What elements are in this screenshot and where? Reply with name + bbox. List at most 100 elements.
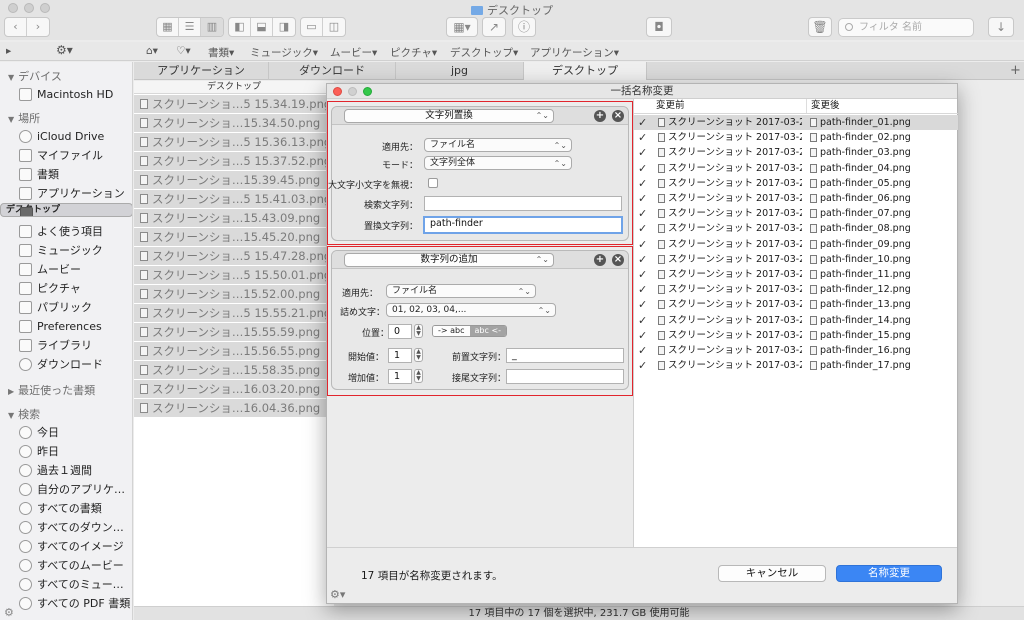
checkmark-icon[interactable]: ✓ (638, 115, 647, 130)
left-pane-icon[interactable]: ◧ (229, 18, 251, 36)
download-button[interactable]: ↓ (988, 17, 1014, 37)
sidebar-section-recent[interactable]: ▶ 最近使った書類 (8, 382, 95, 398)
sidebar-item-today[interactable]: 今日 (0, 423, 132, 442)
preview-row[interactable]: ✓ スクリーンショット 2017-03-25 1… path-finder_05.p… (634, 176, 958, 191)
search-input[interactable]: フィルタ 名前 (838, 18, 974, 37)
preview-row[interactable]: ✓ スクリーンショット 2017-03-25 1… path-finder_17.p… (634, 358, 958, 373)
checkmark-icon[interactable]: ✓ (638, 328, 647, 343)
sidebar-item-all-downloads[interactable]: すべてのダウンロ… (0, 518, 132, 537)
sidebar-item-all-movies[interactable]: すべてのムービー (0, 556, 132, 575)
path-item[interactable]: ムービー▾ (330, 45, 377, 60)
preview-row[interactable]: ✓ スクリーンショット 2017-03-25 1… path-finder_01.p… (634, 115, 958, 131)
sidebar-item-past-week[interactable]: 過去１週間 (0, 461, 132, 480)
checkmark-icon[interactable]: ✓ (638, 206, 647, 221)
sidebar-item-favorites[interactable]: よく使う項目 (0, 222, 132, 241)
trash-button[interactable]: 🗑 (808, 17, 832, 37)
favorites-icon[interactable]: ♡▾ (176, 45, 191, 57)
checkmark-icon[interactable]: ✓ (638, 221, 647, 236)
sidebar-item-downloads[interactable]: ダウンロード (0, 355, 132, 374)
file-list-item[interactable]: スクリーンショ…16.03.20.png (134, 380, 332, 398)
preview-row[interactable]: ✓ スクリーンショット 2017-03-25 1… path-finder_04.p… (634, 161, 958, 176)
file-list-item[interactable]: スクリーンショ…5 15.34.19.png (134, 95, 332, 113)
sidebar-item-public[interactable]: パブリック (0, 298, 132, 317)
sidebar-item-documents[interactable]: 書類 (0, 165, 132, 184)
file-list-item[interactable]: スクリーンショ…5 15.37.52.png (134, 152, 332, 170)
column-before[interactable]: 変更前 (656, 99, 685, 113)
preview-row[interactable]: ✓ スクリーンショット 2017-03-25 1… path-finder_09.p… (634, 237, 958, 252)
file-list-item[interactable]: スクリーンショ…15.52.00.png (134, 285, 332, 303)
dialog-gear-icon[interactable]: ⚙▾ (330, 588, 345, 601)
icon-view-icon[interactable]: ▦ (157, 18, 179, 36)
checkmark-icon[interactable]: ✓ (638, 237, 647, 252)
sidebar-item-all-music[interactable]: すべてのミュージ… (0, 575, 132, 594)
sidebar-item-pictures[interactable]: ピクチャ (0, 279, 132, 298)
back-arrow-icon[interactable]: ‹ (5, 18, 27, 36)
sidebar-item-icloud-drive[interactable]: iCloud Drive (0, 127, 132, 146)
dual-pane-icon[interactable]: ◫ (323, 18, 345, 36)
file-list-item[interactable]: スクリーンショ…15.45.20.png (134, 228, 332, 246)
path-item[interactable]: デスクトップ▾ (450, 45, 518, 60)
dialog-zoom-button[interactable] (363, 87, 372, 96)
dialog-close-button[interactable] (333, 87, 342, 96)
checkmark-icon[interactable]: ✓ (638, 161, 647, 176)
file-list-item[interactable]: スクリーンショ…16.04.36.png (134, 399, 332, 417)
file-list-item[interactable]: スクリーンショ…5 15.41.03.png (134, 190, 332, 208)
path-item[interactable]: ピクチャ▾ (390, 45, 437, 60)
path-item[interactable]: ミュージック▾ (250, 45, 318, 60)
preview-row[interactable]: ✓ スクリーンショット 2017-03-25 1… path-finder_08.p… (634, 221, 958, 236)
checkmark-icon[interactable]: ✓ (638, 145, 647, 160)
checkmark-icon[interactable]: ✓ (638, 358, 647, 373)
path-item[interactable]: 書類▾ (208, 45, 234, 60)
sidebar-section-places[interactable]: ▼ 場所 (8, 110, 40, 126)
preview-row[interactable]: ✓ スクリーンショット 2017-03-25 1… path-finder_02.p… (634, 130, 958, 145)
checkmark-icon[interactable]: ✓ (638, 282, 647, 297)
bottom-pane-icon[interactable]: ⬓ (251, 18, 273, 36)
gear-icon[interactable]: ⚙▾ (56, 43, 73, 57)
checkmark-icon[interactable]: ✓ (638, 252, 647, 267)
share-button[interactable]: ↗ (482, 17, 506, 37)
checkmark-icon[interactable]: ✓ (638, 176, 647, 191)
sidebar-item-library[interactable]: ライブラリ (0, 336, 132, 355)
action-menu-button[interactable]: ▦▾ (446, 17, 478, 37)
preview-row[interactable]: ✓ スクリーンショット 2017-03-25 1… path-finder_11.p… (634, 267, 958, 282)
preview-row[interactable]: ✓ スクリーンショット 2017-03-25 1… path-finder_14.p… (634, 313, 958, 328)
tab-downloads[interactable]: ダウンロード (269, 62, 396, 80)
path-item[interactable]: アプリケーション▾ (530, 45, 619, 60)
sidebar-item-all-pdf[interactable]: すべての PDF 書類 (0, 594, 132, 613)
checkmark-icon[interactable]: ✓ (638, 297, 647, 312)
rename-button[interactable]: 名称変更 (836, 565, 942, 582)
file-list-item[interactable]: スクリーンショ…5 15.36.13.png (134, 133, 332, 151)
sidebar-item-music[interactable]: ミュージック (0, 241, 132, 260)
file-list-item[interactable]: スクリーンショ…15.43.09.png (134, 209, 332, 227)
preview-row[interactable]: ✓ スクリーンショット 2017-03-25 1… path-finder_15.p… (634, 328, 958, 343)
file-list-item[interactable]: スクリーンショ…5 15.50.01.png (134, 266, 332, 284)
new-tab-button[interactable]: ◘ (646, 17, 672, 37)
file-list-item[interactable]: スクリーンショ…15.56.55.png (134, 342, 332, 360)
checkmark-icon[interactable]: ✓ (638, 267, 647, 282)
preview-row[interactable]: ✓ スクリーンショット 2017-03-25 1… path-finder_06.p… (634, 191, 958, 206)
checkmark-icon[interactable]: ✓ (638, 343, 647, 358)
sidebar-item-my-apps[interactable]: 自分のアプリケー… (0, 480, 132, 499)
preview-row[interactable]: ✓ スクリーンショット 2017-03-25 1… path-finder_10.p… (634, 252, 958, 267)
coverflow-icon[interactable]: ▭ (301, 18, 323, 36)
list-view-icon[interactable]: ☰ (179, 18, 201, 36)
tab-applications[interactable]: アプリケーション (134, 62, 269, 80)
sidebar-item-applications[interactable]: アプリケーション (0, 184, 132, 203)
home-icon[interactable]: ⌂▾ (146, 45, 158, 57)
file-list-header[interactable]: デスクトップ (134, 81, 334, 94)
checkmark-icon[interactable]: ✓ (638, 130, 647, 145)
sidebar-item-my-files[interactable]: マイファイル (0, 146, 132, 165)
tab-jpg[interactable]: jpg (396, 62, 524, 80)
sidebar-item-preferences[interactable]: Preferences (0, 317, 132, 336)
column-view-icon[interactable]: ▥ (201, 18, 223, 36)
sidebar-item-desktop[interactable]: デスクトップ (0, 203, 132, 217)
checkmark-icon[interactable]: ✓ (638, 191, 647, 206)
file-list-item[interactable]: スクリーンショ…15.34.50.png (134, 114, 332, 132)
sidebar-section-search[interactable]: ▼ 検索 (8, 406, 40, 422)
sidebar-item-all-documents[interactable]: すべての書類 (0, 499, 132, 518)
file-list-item[interactable]: スクリーンショ…5 15.55.21.png (134, 304, 332, 322)
preview-row[interactable]: ✓ スクリーンショット 2017-03-25 1… path-finder_13.p… (634, 297, 958, 312)
cancel-button[interactable]: キャンセル (718, 565, 826, 582)
file-list-item[interactable]: スクリーンショ…15.39.45.png (134, 171, 332, 189)
sidebar-gear-icon[interactable]: ⚙ (4, 606, 14, 619)
